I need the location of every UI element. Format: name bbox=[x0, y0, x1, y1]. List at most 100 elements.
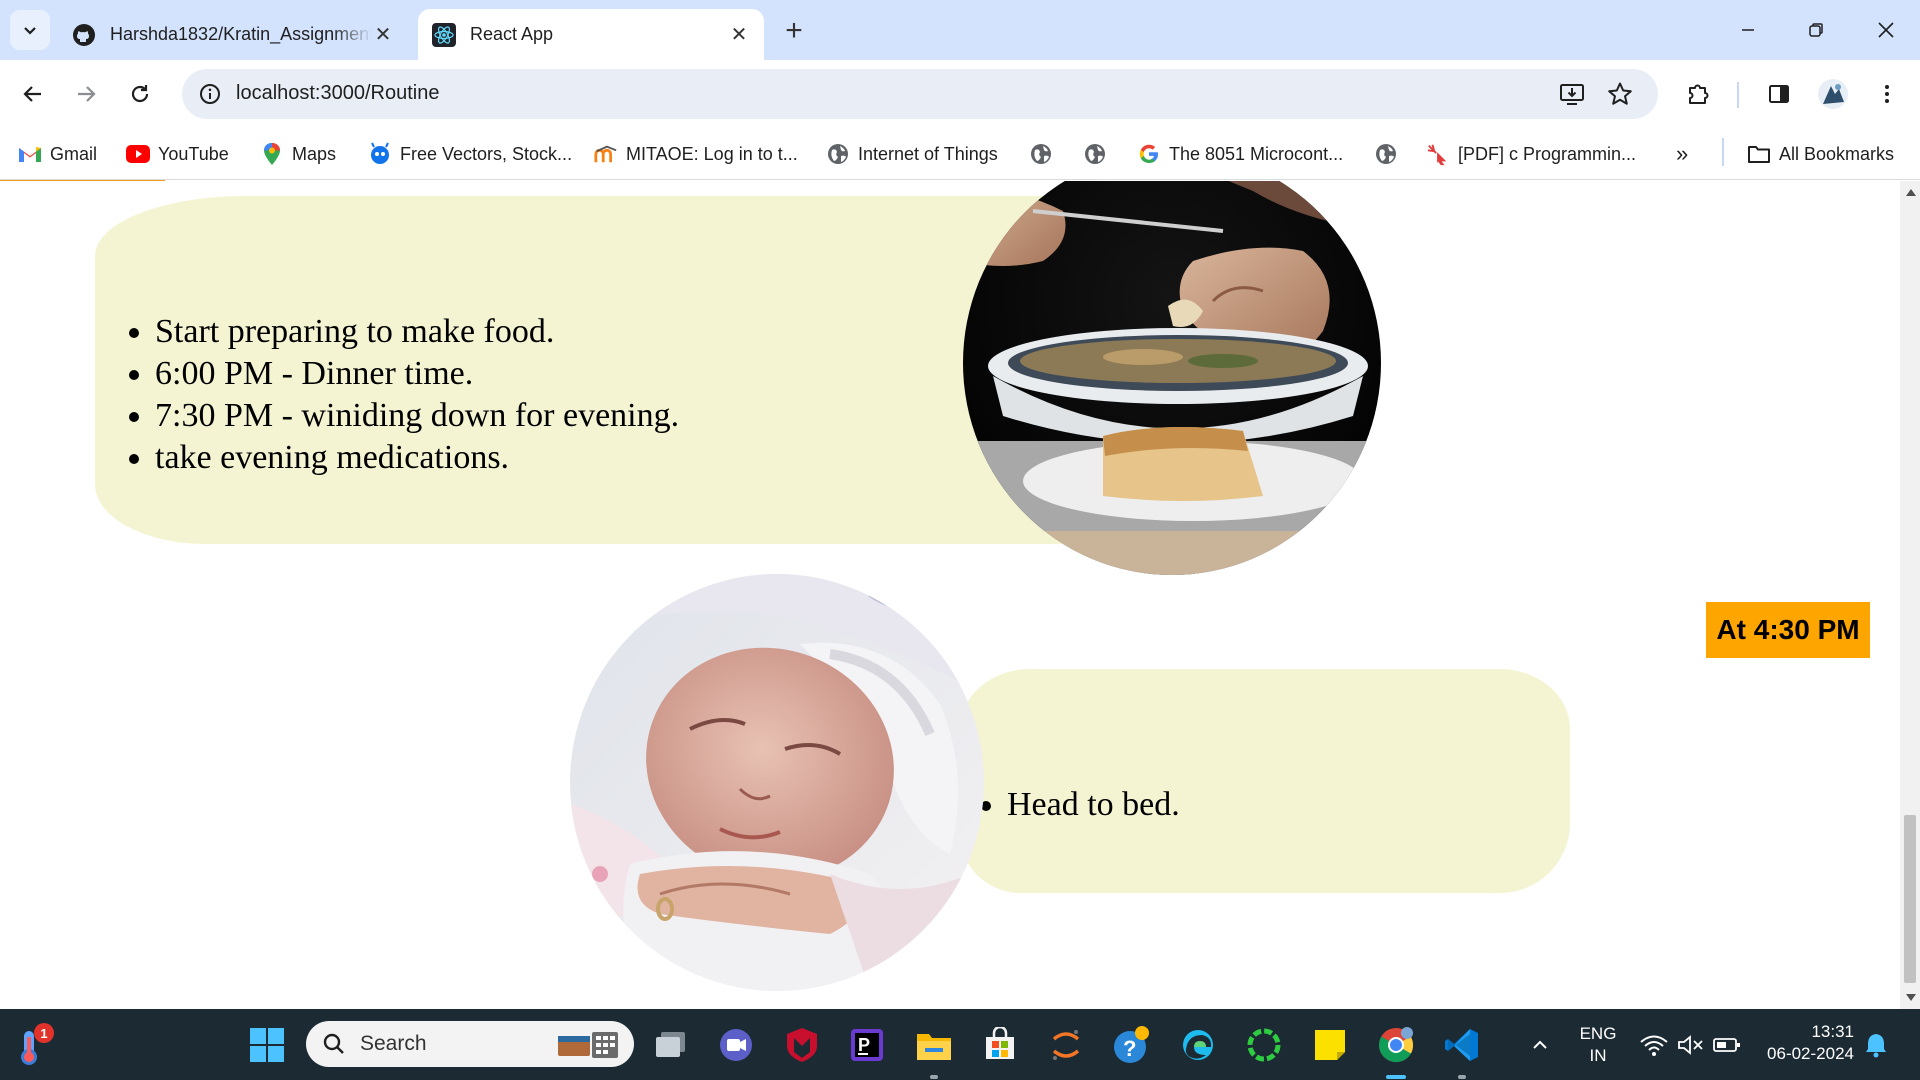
night-routine-list: Head to bed. bbox=[1007, 784, 1180, 826]
all-bookmarks-label: All Bookmarks bbox=[1779, 143, 1895, 164]
bookmark-label: Maps bbox=[292, 143, 337, 164]
clock[interactable]: 13:31 06-02-2024 bbox=[1754, 1021, 1854, 1065]
bookmark-mitaoe[interactable]: MITAOE: Log in to t... bbox=[594, 138, 798, 170]
back-button[interactable] bbox=[11, 72, 55, 116]
close-window-button[interactable] bbox=[1856, 8, 1916, 52]
chrome-app[interactable] bbox=[1372, 1021, 1420, 1069]
bookmark-c-programming[interactable]: [PDF] c Programmin... bbox=[1426, 138, 1636, 170]
chevron-down-icon bbox=[24, 27, 36, 35]
tab-title: React App bbox=[470, 24, 554, 44]
scroll-down-arrow-icon[interactable] bbox=[1906, 994, 1916, 1001]
extensions-button[interactable] bbox=[1677, 72, 1721, 116]
vscode-icon bbox=[1445, 1029, 1478, 1061]
sleeping-photo bbox=[570, 574, 984, 991]
all-bookmarks-button[interactable]: All Bookmarks bbox=[1747, 138, 1894, 170]
list-item: 7:30 PM - winiding down for evening. bbox=[155, 395, 679, 437]
vscode-app[interactable] bbox=[1438, 1021, 1486, 1069]
battery-icon bbox=[1713, 1038, 1740, 1052]
more-bookmarks-button[interactable]: » bbox=[1676, 138, 1688, 170]
store-icon bbox=[986, 1027, 1014, 1059]
profile-avatar[interactable] bbox=[1811, 72, 1855, 116]
close-tab-icon[interactable]: ✕ bbox=[372, 24, 394, 46]
search-icon bbox=[323, 1033, 344, 1054]
start-button[interactable] bbox=[243, 1021, 291, 1069]
tab-search-button[interactable] bbox=[10, 10, 50, 50]
bookmark-globe-3[interactable] bbox=[1374, 138, 1406, 170]
bookmark-gmail[interactable]: Gmail bbox=[18, 138, 97, 170]
loader-app[interactable] bbox=[1240, 1021, 1288, 1069]
minimize-icon bbox=[1742, 29, 1754, 31]
close-tab-icon[interactable]: ✕ bbox=[728, 24, 750, 46]
bookmark-maps[interactable]: Maps bbox=[260, 138, 336, 170]
side-panel-icon bbox=[1769, 85, 1789, 103]
sticky-note-icon bbox=[1315, 1030, 1345, 1060]
minimize-button[interactable] bbox=[1718, 8, 1778, 52]
bookmark-freepik[interactable]: Free Vectors, Stock... bbox=[368, 138, 572, 170]
task-view-icon bbox=[656, 1032, 685, 1057]
url-text[interactable]: localhost:3000/Routine bbox=[236, 82, 439, 105]
moodle-icon bbox=[594, 142, 618, 166]
language-region: IN bbox=[1589, 1046, 1607, 1065]
tab-react-app[interactable]: React App ✕ bbox=[418, 9, 764, 60]
folder-icon bbox=[917, 1034, 951, 1060]
bookmark-label: MITAOE: Log in to t... bbox=[626, 143, 798, 164]
system-tray-status[interactable] bbox=[1630, 1021, 1750, 1069]
jupyter-app[interactable] bbox=[1042, 1021, 1090, 1069]
page-scrollbar[interactable] bbox=[1900, 181, 1920, 1009]
scrollbar-thumb[interactable] bbox=[1904, 815, 1916, 983]
github-icon bbox=[72, 23, 96, 47]
youtube-icon bbox=[126, 142, 150, 166]
search-highlight-icon bbox=[558, 1032, 618, 1058]
restore-button[interactable] bbox=[1786, 8, 1846, 52]
language-indicator[interactable]: ENG IN bbox=[1576, 1023, 1620, 1067]
tab-github[interactable]: Harshda1832/Kratin_Assignment ✕ bbox=[58, 9, 408, 60]
side-panel-button[interactable] bbox=[1757, 72, 1801, 116]
gmail-icon bbox=[18, 142, 42, 166]
bookmark-8051[interactable]: The 8051 Microcont... bbox=[1137, 138, 1343, 170]
pycharm-app[interactable]: P bbox=[843, 1021, 891, 1069]
more-vertical-icon bbox=[1885, 85, 1889, 103]
notifications-button[interactable] bbox=[1856, 1021, 1896, 1069]
bookmark-internet-of-things[interactable]: Internet of Things bbox=[826, 138, 998, 170]
task-view-button[interactable] bbox=[647, 1021, 695, 1069]
taskbar-search[interactable]: Search bbox=[306, 1021, 634, 1067]
file-explorer-app[interactable] bbox=[910, 1021, 958, 1069]
help-icon: ? bbox=[1114, 1026, 1149, 1063]
bookmark-globe-1[interactable] bbox=[1029, 138, 1061, 170]
bookmarks-bar: Gmail YouTube Maps Free Vectors, Stock..… bbox=[0, 128, 1920, 180]
address-bar[interactable]: localhost:3000/Routine bbox=[182, 69, 1658, 119]
evening-routine-list: Start preparing to make food. 6:00 PM - … bbox=[155, 311, 679, 479]
globe-icon bbox=[1029, 142, 1053, 166]
teams-app[interactable] bbox=[712, 1021, 760, 1069]
arrow-right-icon bbox=[78, 86, 96, 102]
chrome-menu-button[interactable] bbox=[1865, 72, 1909, 116]
show-hidden-icons-button[interactable] bbox=[1516, 1021, 1564, 1069]
sticky-notes-app[interactable] bbox=[1306, 1021, 1354, 1069]
bookmark-star-button[interactable] bbox=[1604, 78, 1636, 110]
site-info-button[interactable] bbox=[194, 78, 226, 110]
edge-app[interactable] bbox=[1174, 1021, 1222, 1069]
clock-date: 06-02-2024 bbox=[1767, 1044, 1854, 1063]
microsoft-store-app[interactable] bbox=[976, 1021, 1024, 1069]
mcafee-app[interactable] bbox=[778, 1021, 826, 1069]
bookmark-youtube[interactable]: YouTube bbox=[126, 138, 229, 170]
toolbar-separator bbox=[1737, 82, 1739, 108]
get-help-app[interactable]: ? bbox=[1108, 1021, 1156, 1069]
bookmark-label: Free Vectors, Stock... bbox=[400, 143, 573, 164]
list-item: take evening medications. bbox=[155, 437, 679, 479]
install-app-button[interactable] bbox=[1556, 78, 1588, 110]
globe-icon bbox=[1374, 142, 1398, 166]
forward-button[interactable] bbox=[64, 72, 108, 116]
pdf-site-icon bbox=[1426, 142, 1450, 166]
shield-icon bbox=[787, 1028, 817, 1062]
bookmark-label: Internet of Things bbox=[858, 143, 998, 164]
bookmark-globe-2[interactable] bbox=[1083, 138, 1115, 170]
new-tab-button[interactable]: + bbox=[774, 14, 814, 48]
volume-muted-icon bbox=[1678, 1035, 1703, 1055]
notification-badge: 1 bbox=[34, 1023, 54, 1043]
weather-widget[interactable]: 1 bbox=[6, 1021, 54, 1069]
list-item: Head to bed. bbox=[1007, 784, 1180, 826]
reload-button[interactable] bbox=[118, 72, 162, 116]
scroll-up-arrow-icon[interactable] bbox=[1906, 189, 1916, 196]
ring-icon bbox=[1247, 1028, 1281, 1062]
